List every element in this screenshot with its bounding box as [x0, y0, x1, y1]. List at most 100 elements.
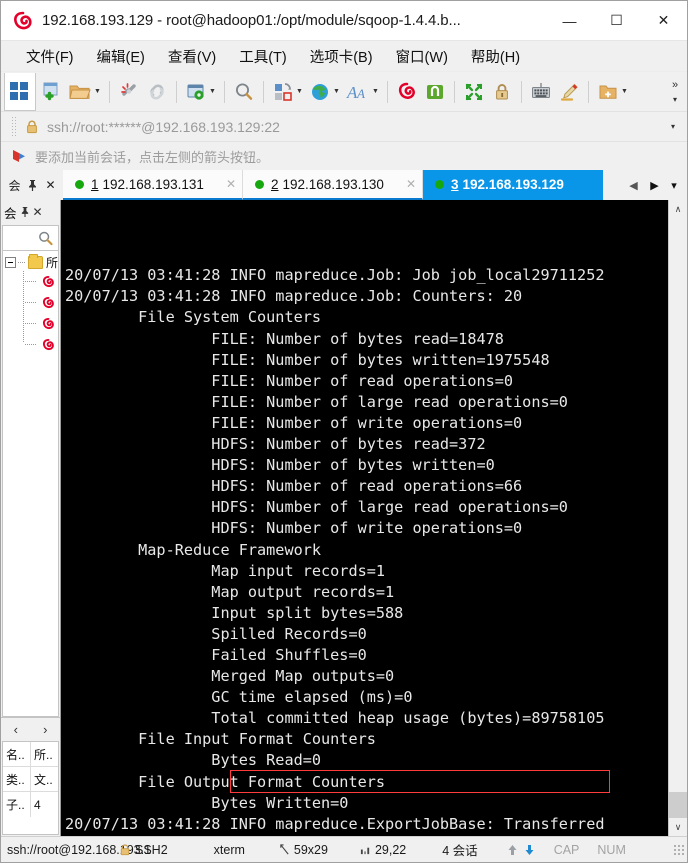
- toolbar-grip[interactable]: [11, 115, 17, 138]
- lock-button[interactable]: [488, 75, 516, 109]
- new-plus-button[interactable]: [37, 75, 65, 109]
- folder-add-button[interactable]: ▼: [594, 75, 631, 109]
- terminal-line: HDFS: Number of bytes written=0: [65, 456, 495, 475]
- window-controls: — ☐ ✕: [546, 1, 687, 40]
- session-properties-button[interactable]: ▼: [182, 75, 219, 109]
- status-caps-lock: CAP: [553, 842, 580, 857]
- tab-list-button[interactable]: ▾: [671, 179, 677, 192]
- tab-close-icon[interactable]: ✕: [398, 177, 416, 191]
- menu-help[interactable]: 帮助(H): [462, 43, 529, 70]
- property-value: 文..: [34, 772, 53, 787]
- toolbar-overflow-button[interactable]: » ▾: [665, 72, 685, 112]
- tab-192-168-193-129[interactable]: 3 192.168.193.129: [423, 170, 603, 200]
- main-area: 会 ✕ 所 ‹ › 名.. 所.. 类.. 文.. 子.. 4 20/07/13…: [1, 200, 687, 836]
- terminal-output[interactable]: 20/07/13 03:41:28 INFO mapreduce.Job: Jo…: [61, 200, 668, 836]
- chevron-down-icon[interactable]: ▼: [620, 75, 629, 109]
- address-value: ssh://root:******@192.168.193.129:22: [47, 118, 280, 135]
- chevron-down-icon[interactable]: ▼: [295, 75, 304, 109]
- font-button[interactable]: A A ▼: [343, 75, 382, 109]
- session-panel-label[interactable]: 会: [8, 177, 20, 194]
- xftp-green-button[interactable]: [421, 75, 449, 109]
- close-panel-icon[interactable]: ✕: [45, 178, 55, 192]
- sidebar-close-icon[interactable]: ✕: [33, 205, 43, 219]
- close-button[interactable]: ✕: [640, 1, 687, 40]
- encoding-globe-button[interactable]: ▼: [306, 75, 343, 109]
- menu-file[interactable]: 文件(F): [17, 43, 83, 70]
- fullscreen-button[interactable]: [460, 75, 488, 109]
- menu-window[interactable]: 窗口(W): [387, 43, 457, 70]
- address-input[interactable]: ssh://root:******@192.168.193.129:22: [21, 114, 663, 139]
- menu-bar: 文件(F) 编辑(E) 查看(V) 工具(T) 选项卡(B) 窗口(W) 帮助(…: [1, 41, 687, 72]
- chevron-down-icon[interactable]: ▼: [208, 75, 217, 109]
- status-protocol: SSH2: [119, 843, 168, 857]
- sidebar-search-input[interactable]: [2, 225, 59, 251]
- session-item-2[interactable]: [21, 292, 58, 313]
- chevron-down-icon[interactable]: ▼: [93, 75, 102, 109]
- terminal-scrollbar[interactable]: ∧ ∨: [668, 200, 687, 836]
- xshell-red-button[interactable]: [393, 75, 421, 109]
- session-item-3[interactable]: [21, 313, 58, 334]
- tab-close-icon[interactable]: ✕: [218, 177, 236, 191]
- folder-open-button[interactable]: ▼: [65, 75, 104, 109]
- tab-192-168-193-131[interactable]: 1 192.168.193.131 ✕: [63, 170, 243, 200]
- menu-view[interactable]: 查看(V): [159, 43, 225, 70]
- session-item-1[interactable]: [21, 271, 58, 292]
- chevron-down-icon[interactable]: ▼: [332, 75, 341, 109]
- disconnect-button[interactable]: [115, 75, 143, 109]
- lock-icon: [27, 120, 37, 134]
- scroll-down-button[interactable]: ∨: [669, 818, 687, 836]
- link-button[interactable]: [143, 75, 171, 109]
- layout-arrange-button[interactable]: ▼: [269, 75, 306, 109]
- status-protocol-label: SSH2: [135, 842, 168, 857]
- table-row: 子.. 4: [3, 792, 58, 817]
- xshell-session-icon: [42, 275, 54, 287]
- scroll-track[interactable]: [669, 218, 687, 818]
- tree-line: [25, 302, 37, 303]
- terminal-line: Merged Map outputs=0: [65, 667, 395, 686]
- chevron-down-icon[interactable]: ▼: [371, 75, 380, 109]
- status-cursor-label: 29,22: [374, 842, 407, 857]
- terminal-line: Map input records=1: [65, 561, 386, 580]
- toolbar-separator: [588, 80, 589, 103]
- minimize-button[interactable]: —: [546, 1, 593, 40]
- pen-highlight-button[interactable]: [555, 75, 583, 109]
- tab-list: 1 192.168.193.131 ✕ 2 192.168.193.130 ✕ …: [63, 170, 619, 200]
- session-item-4[interactable]: [21, 334, 58, 355]
- resize-grip[interactable]: [673, 844, 684, 855]
- status-transfer: [506, 843, 536, 857]
- address-dropdown-icon[interactable]: ▾: [663, 122, 683, 131]
- menu-edit[interactable]: 编辑(E): [88, 43, 154, 70]
- scroll-thumb[interactable]: [669, 792, 687, 818]
- terminal-line: Bytes Written=0: [65, 793, 349, 812]
- maximize-button[interactable]: ☐: [593, 1, 640, 40]
- toolbar: ▼ ▼ ▼ ▼ A A ▼ ▼ » ▾: [1, 72, 687, 112]
- tree-children: [3, 271, 58, 355]
- toolbar-separator: [387, 80, 388, 103]
- pin-icon[interactable]: [20, 206, 30, 218]
- terminal-line: Input split bytes=588: [65, 603, 404, 622]
- arrow-down-icon: [525, 844, 534, 855]
- pin-icon[interactable]: [27, 179, 38, 192]
- property-key: 子..: [3, 792, 31, 817]
- terminal-area: 20/07/13 03:41:28 INFO mapreduce.Job: Jo…: [61, 200, 687, 836]
- keyboard-button[interactable]: [527, 75, 555, 109]
- tree-root-node[interactable]: 所: [3, 251, 58, 271]
- tree-vertical-line: [23, 271, 24, 343]
- collapse-icon[interactable]: [5, 257, 16, 268]
- sidebar-next-button[interactable]: ›: [43, 722, 47, 737]
- scroll-up-button[interactable]: ∧: [669, 200, 687, 218]
- session-tree[interactable]: 所: [2, 251, 59, 717]
- property-value: 所..: [34, 747, 53, 762]
- size-icon: [280, 843, 289, 854]
- tab-next-button[interactable]: ▶: [650, 179, 658, 192]
- menu-tabs[interactable]: 选项卡(B): [301, 43, 382, 70]
- search-button[interactable]: [230, 75, 258, 109]
- sidebar-title: 会: [4, 206, 17, 221]
- tab-192-168-193-130[interactable]: 2 192.168.193.130 ✕: [243, 170, 423, 200]
- terminal-line: Map-Reduce Framework: [65, 540, 322, 559]
- tab-prev-button[interactable]: ◀: [629, 179, 637, 192]
- new-session-button[interactable]: [4, 72, 36, 111]
- sidebar-prev-button[interactable]: ‹: [14, 722, 18, 737]
- menu-tools[interactable]: 工具(T): [230, 43, 296, 70]
- properties-table: 名.. 所.. 类.. 文.. 子.. 4: [2, 741, 59, 835]
